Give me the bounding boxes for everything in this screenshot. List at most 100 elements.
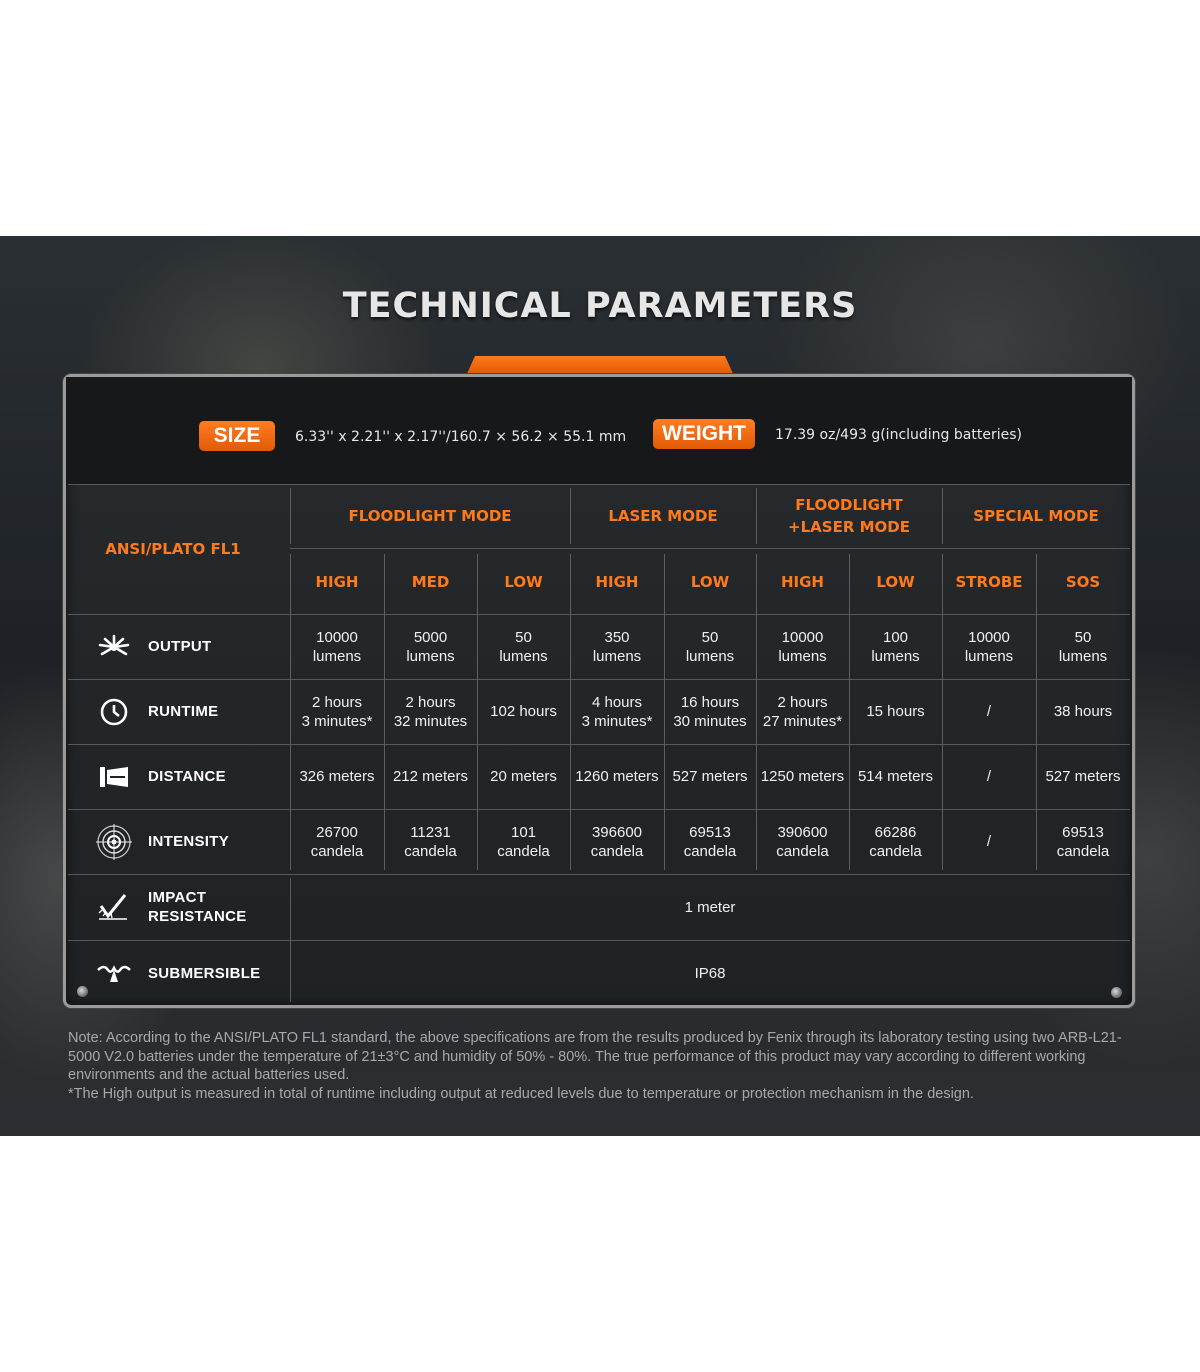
impact-label: IMPACT RESISTANCE — [68, 874, 290, 940]
cell-line: 2 hours — [777, 693, 828, 711]
row-label: DISTANCE — [68, 744, 290, 809]
table-cell: 100 lumens — [849, 614, 942, 679]
impact-label-line1: IMPACT — [148, 889, 207, 906]
table-cell: 4 hours 3 minutes* — [570, 679, 664, 744]
table-cell: 11231 candela — [384, 809, 477, 874]
table-cell: 10000 lumens — [756, 614, 849, 679]
row-label: INTENSITY — [68, 809, 290, 874]
level-label: LOW — [876, 572, 915, 591]
level-label: LOW — [690, 572, 730, 591]
row-label-text: INTENSITY — [148, 833, 230, 850]
row-divider — [68, 484, 1130, 485]
row-divider — [68, 744, 1130, 745]
row-label-text: RUNTIME — [148, 703, 219, 720]
table-cell: 26700 candela — [290, 809, 384, 874]
column-separator — [1036, 554, 1037, 870]
cell-line: 212 meters — [392, 768, 469, 785]
table-cell: 1250 meters — [756, 744, 849, 809]
cell-line: 2 hours — [311, 693, 363, 711]
cell-line: 32 minutes — [393, 712, 468, 730]
table-cell: 390600 candela — [756, 809, 849, 874]
target-icon — [94, 823, 134, 860]
standard-label: ANSI/PLATO FL1 — [105, 539, 241, 558]
cell-line: candela — [497, 842, 550, 860]
table-cell: 396600 candela — [570, 809, 664, 874]
cell-line: 30 minutes — [673, 712, 747, 730]
table-cell: 38 hours — [1036, 679, 1130, 744]
cell-line: 102 hours — [490, 703, 557, 720]
table-cell: 50 lumens — [477, 614, 570, 679]
cell-line: 10000 — [781, 628, 824, 646]
cell-line: 16 hours — [680, 693, 740, 711]
cell-line: 326 meters — [299, 768, 375, 785]
level-label: LOW — [504, 572, 543, 591]
column-separator — [756, 554, 757, 870]
table-cell: 1260 meters — [570, 744, 664, 809]
column-separator — [942, 554, 943, 870]
table-cell: 350 lumens — [570, 614, 664, 679]
cell-line: 69513 — [1062, 823, 1104, 841]
size-weight-bar: SIZE 6.33'' x 2.21'' x 2.17''/160.7 × 56… — [66, 377, 1132, 485]
cell-line: 527 meters — [672, 768, 748, 785]
table-cell: 326 meters — [290, 744, 384, 809]
cell-line: / — [986, 703, 992, 720]
submersible-label: SUBMERSIBLE — [68, 940, 290, 1006]
spec-panel: SIZE 6.33'' x 2.21'' x 2.17''/160.7 × 56… — [63, 374, 1135, 1008]
cell-line: 1250 meters — [760, 768, 845, 785]
mode-floodlight: FLOODLIGHT MODE — [348, 506, 512, 525]
mode-floodlight-laser: FLOODLIGHT +LASER MODE — [756, 484, 942, 548]
weight-badge: WEIGHT — [653, 419, 755, 449]
column-separator — [477, 554, 478, 870]
table-cell: 5000 lumens — [384, 614, 477, 679]
cell-line: 50 — [515, 628, 532, 646]
group-separator — [756, 488, 757, 544]
burst-icon — [94, 630, 134, 664]
table-cell: 66286 candela — [849, 809, 942, 874]
table-cell: 527 meters — [1036, 744, 1130, 809]
cell-line: lumens — [499, 647, 548, 665]
row-label: OUTPUT — [68, 614, 290, 679]
cell-line: lumens — [406, 647, 455, 665]
table-cell: 10000 lumens — [942, 614, 1036, 679]
row-label-text: DISTANCE — [148, 768, 226, 785]
page-title: TECHNICAL PARAMETERS — [342, 286, 858, 326]
table-header: ANSI/PLATO FL1 FLOODLIGHT MODE LASER MOD… — [68, 484, 1130, 614]
cell-line: candela — [590, 842, 644, 860]
group-separator — [570, 488, 571, 544]
group-divider — [290, 548, 1130, 549]
level-label: HIGH — [315, 572, 359, 591]
cell-line: lumens — [312, 647, 362, 665]
cell-line: lumens — [685, 647, 735, 665]
cell-line: lumens — [871, 647, 920, 665]
group-separator — [290, 488, 291, 544]
cell-line: 26700 — [316, 823, 358, 841]
submersible-row: SUBMERSIBLE IP68 — [68, 940, 1130, 1006]
cell-line: 10000 — [968, 628, 1010, 646]
cell-line: 10000 — [316, 628, 358, 646]
weight-value: 17.39 oz/493 g(including batteries) — [775, 427, 1022, 443]
table-row: DISTANCE 326 meters 212 meters 20 meters 126… — [68, 744, 1130, 809]
cell-line: 38 hours — [1053, 703, 1113, 720]
cell-line: 20 meters — [490, 768, 557, 785]
cell-line: 100 — [882, 628, 909, 646]
cell-line: 50 — [1074, 628, 1092, 646]
cell-line: 3 minutes* — [301, 712, 373, 730]
parameters-banner: TECHNICAL PARAMETERS SIZE 6.33'' x 2.21'… — [0, 236, 1200, 1136]
table-cell: 50 lumens — [1036, 614, 1130, 679]
column-separator — [384, 554, 385, 870]
row-divider — [68, 679, 1130, 680]
beam-distance-icon — [94, 760, 134, 794]
impact-value: 1 meter — [684, 898, 736, 916]
footnote: Note: According to the ANSI/PLATO FL1 st… — [68, 1029, 1148, 1103]
table-cell: 212 meters — [384, 744, 477, 809]
clock-icon — [94, 695, 134, 729]
cell-line: 514 meters — [857, 768, 934, 785]
cell-line: lumens — [964, 647, 1014, 665]
impact-row: IMPACT RESISTANCE 1 meter — [68, 874, 1130, 940]
cell-line: 390600 — [777, 823, 828, 841]
table-cell: 102 hours — [477, 679, 570, 744]
cell-line: candela — [310, 842, 364, 860]
level-label: STROBE — [955, 572, 1023, 591]
submersible-value: IP68 — [694, 964, 726, 982]
cell-line: candela — [869, 842, 922, 860]
